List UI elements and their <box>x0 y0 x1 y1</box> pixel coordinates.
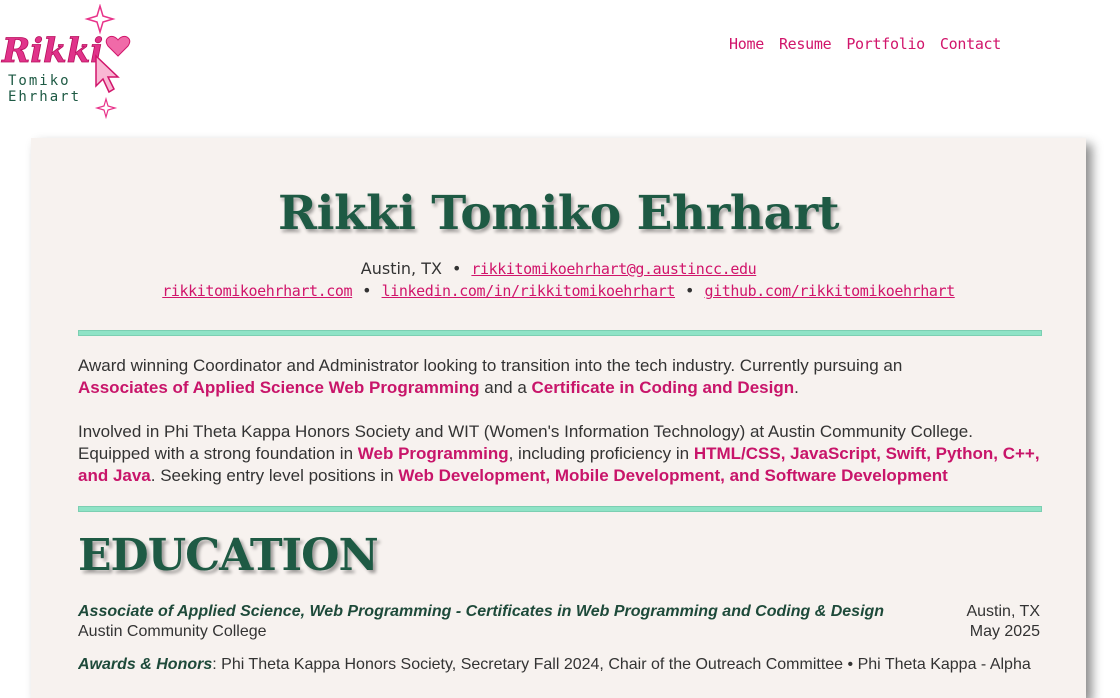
summary-paragraph-2: Involved in Phi Theta Kappa Honors Socie… <box>78 421 1043 487</box>
separator-dot: • <box>362 281 372 300</box>
heart-icon <box>105 35 131 57</box>
summary-text: Award winning Coordinator and Administra… <box>78 356 903 375</box>
separator-dot: • <box>685 281 695 300</box>
summary-highlight: Web Development, Mobile Development, and… <box>398 466 948 485</box>
summary-highlight: Web Programming <box>357 444 509 463</box>
nav-portfolio[interactable]: Portfolio <box>846 35 925 53</box>
summary-paragraph-1: Award winning Coordinator and Administra… <box>78 355 1043 399</box>
contact-line-2: rikkitomikoehrhart.com • linkedin.com/in/r… <box>31 281 1086 300</box>
education-date: May 2025 <box>969 623 1040 640</box>
site-logo[interactable]: Rikki Tomiko Ehrhart <box>0 3 135 120</box>
logo-line1: Tomiko <box>8 73 71 89</box>
divider-rule <box>78 506 1042 512</box>
cursor-icon <box>95 54 120 94</box>
nav-home[interactable]: Home <box>729 35 764 53</box>
resume-card: Rikki Tomiko Ehrhart Austin, TX • rikkitom… <box>31 138 1086 698</box>
nav-contact[interactable]: Contact <box>940 35 1001 53</box>
education-entry-sub: Austin Community College May 2025 <box>78 623 1040 641</box>
divider-rule <box>78 330 1042 336</box>
summary-text: , including proficiency in <box>508 444 690 463</box>
logo-line2: Ehrhart <box>8 89 81 105</box>
summary-text: and a <box>484 378 527 397</box>
github-link[interactable]: github.com/rikkitomikoehrhart <box>704 282 955 300</box>
main-nav: Home Resume Portfolio Contact <box>729 35 1001 53</box>
awards-line: Awards & Honors: Phi Theta Kappa Honors … <box>78 656 1040 674</box>
sparkle-small-icon <box>94 96 118 120</box>
location-text: Austin, TX <box>360 259 442 278</box>
website-link[interactable]: rikkitomikoehrhart.com <box>162 282 352 300</box>
summary-text: . <box>794 378 799 397</box>
contact-line-1: Austin, TX • rikkitomikoehrhart@g.austincc… <box>31 259 1086 278</box>
summary-highlight: Certificate in Coding and Design <box>531 378 795 397</box>
separator-dot: • <box>451 259 462 278</box>
education-entry-header: Associate of Applied Science, Web Progra… <box>78 603 1040 621</box>
awards-text: : Phi Theta Kappa Honors Society, Secret… <box>212 656 1031 673</box>
degree-title: Associate of Applied Science, Web Progra… <box>78 603 885 620</box>
resume-name: Rikki Tomiko Ehrhart <box>278 186 839 241</box>
summary-text: . Seeking entry level positions in <box>150 466 394 485</box>
email-link[interactable]: rikkitomikoehrhart@g.austincc.edu <box>471 260 756 278</box>
logo-graphic: Rikki Tomiko Ehrhart <box>1 3 131 120</box>
education-location: Austin, TX <box>966 603 1040 620</box>
nav-resume[interactable]: Resume <box>779 35 832 53</box>
education-heading: EDUCATION <box>78 530 379 581</box>
summary-highlight: Associates of Applied Science Web Progra… <box>78 378 480 397</box>
sparkle-icon <box>84 3 116 35</box>
awards-label: Awards & Honors <box>78 656 213 673</box>
school-name: Austin Community College <box>78 623 267 640</box>
logo-script-name: Rikki <box>1 31 103 71</box>
linkedin-link[interactable]: linkedin.com/in/rikkitomikoehrhart <box>382 282 676 300</box>
